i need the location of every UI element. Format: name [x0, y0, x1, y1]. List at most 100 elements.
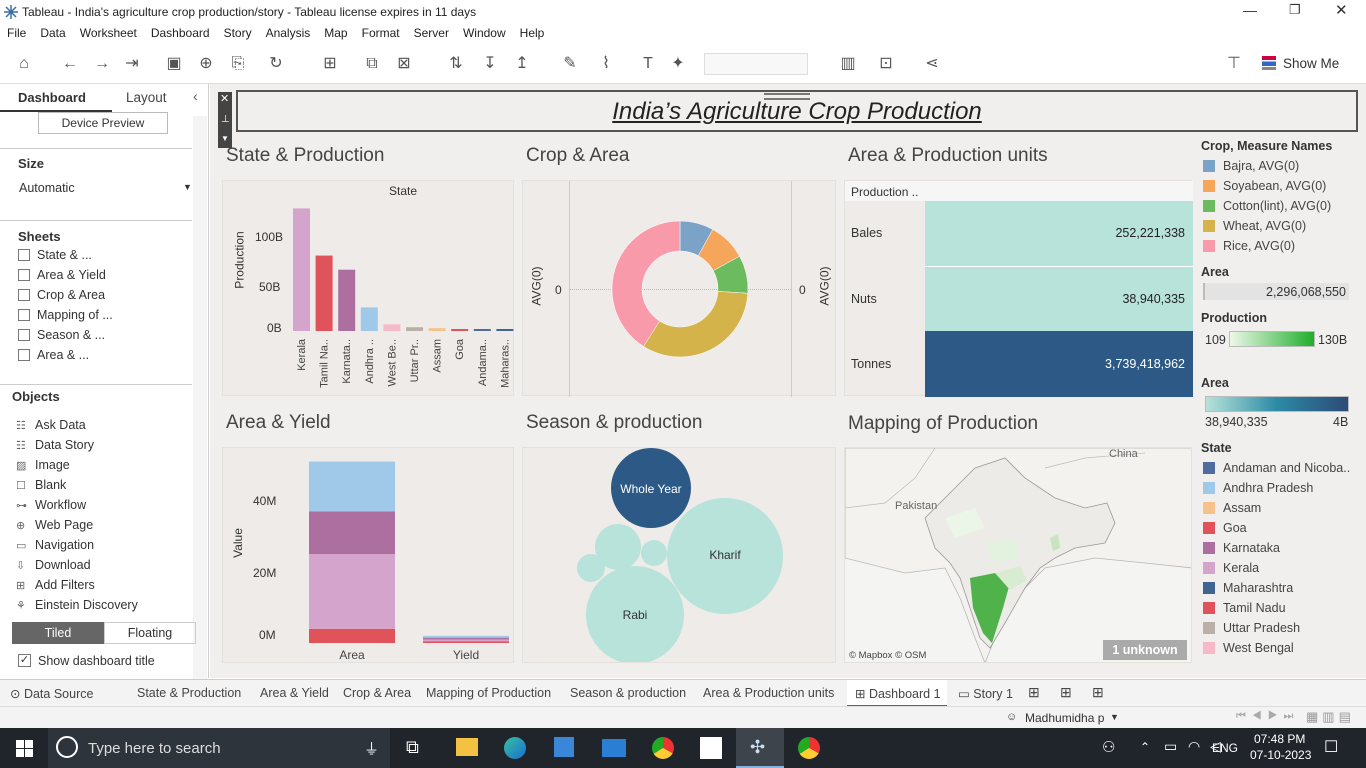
new-worksheet-icon[interactable]: ⊞: [320, 54, 340, 74]
bar[interactable]: [338, 269, 356, 331]
tab-area-yield[interactable]: Area & Yield: [260, 686, 329, 700]
fit-dropdown[interactable]: [704, 53, 808, 75]
edge-icon[interactable]: [504, 737, 526, 759]
bar[interactable]: [406, 327, 423, 331]
publish-icon[interactable]: ⊤: [1224, 54, 1244, 74]
legend-item[interactable]: Andaman and Nicoba..: [1203, 461, 1350, 475]
windows-start-icon[interactable]: [16, 740, 33, 757]
share-icon[interactable]: ⋖: [922, 54, 942, 74]
object-data-story[interactable]: ☷ Data Story: [16, 438, 94, 452]
bar-segment[interactable]: [309, 628, 395, 643]
object-blank[interactable]: ☐ Blank: [16, 478, 66, 492]
season-production-chart[interactable]: Whole Year Kharif Rabi: [522, 447, 836, 663]
unknown-indicator[interactable]: 1 unknown: [1103, 640, 1187, 660]
language-indicator[interactable]: ENG: [1212, 741, 1238, 755]
legend-item[interactable]: Andhra Pradesh: [1203, 481, 1313, 495]
tab-layout[interactable]: Layout: [126, 90, 167, 105]
bar[interactable]: [360, 307, 378, 331]
new-datasource-icon[interactable]: ⊕: [196, 54, 216, 74]
menu-file[interactable]: File: [0, 24, 33, 42]
show-title-checkbox[interactable]: ✓: [18, 654, 31, 667]
menu-data[interactable]: Data: [33, 24, 72, 42]
replay-icon[interactable]: ⇥: [122, 54, 142, 74]
tiled-button[interactable]: Tiled: [12, 622, 104, 644]
tab-crop-area[interactable]: Crop & Area: [343, 686, 411, 700]
bar[interactable]: [451, 329, 469, 331]
bar[interactable]: [473, 329, 491, 331]
clear-icon[interactable]: ⊠: [394, 54, 414, 74]
bar[interactable]: [293, 208, 310, 331]
production-color-ramp[interactable]: [1229, 331, 1315, 347]
battery-icon[interactable]: ▭: [1164, 738, 1177, 755]
area-production-units-table[interactable]: Production .. Bales Nuts Tonnes 252,221,…: [844, 180, 1193, 397]
menu-icon[interactable]: ▼: [221, 134, 229, 143]
floating-button[interactable]: Floating: [104, 622, 196, 644]
device-preview-button[interactable]: Device Preview: [38, 112, 168, 134]
show-me-button[interactable]: Show Me: [1283, 56, 1339, 71]
object-image[interactable]: ▨ Image: [16, 458, 70, 472]
legend-item[interactable]: Kerala: [1203, 561, 1259, 575]
tab-data-source[interactable]: ⊙ Data Source: [10, 686, 93, 701]
tab-area-production-units[interactable]: Area & Production units: [703, 686, 834, 700]
label-icon[interactable]: T: [638, 54, 658, 74]
tab-season-production[interactable]: Season & production: [570, 686, 686, 700]
menu-story[interactable]: Story: [217, 24, 259, 42]
sheet-item[interactable]: Area & ...: [18, 348, 89, 362]
legend-item[interactable]: Soyabean, AVG(0): [1203, 179, 1326, 193]
refresh-icon[interactable]: ↻: [266, 54, 286, 74]
task-view-icon[interactable]: ⧉: [406, 737, 419, 758]
wifi-icon[interactable]: ◠: [1188, 738, 1200, 755]
area-yield-chart[interactable]: Value 40M 20M 0M Area Yield: [222, 447, 514, 663]
state-production-chart[interactable]: State Production 100B 50B 0B Kerala Tamil…: [222, 180, 514, 396]
microphone-icon[interactable]: ⏚: [364, 738, 379, 759]
clock-date[interactable]: 07-10-2023: [1250, 748, 1311, 762]
legend-item[interactable]: Maharashtra: [1203, 581, 1293, 595]
tab-state-production[interactable]: State & Production: [137, 686, 241, 700]
menu-dashboard[interactable]: Dashboard: [144, 24, 217, 42]
bubble-small[interactable]: [577, 554, 605, 582]
chevron-down-icon[interactable]: ▼: [183, 182, 192, 192]
group-icon[interactable]: ⌇: [596, 54, 616, 74]
bar-segment[interactable]: [309, 511, 395, 555]
menu-worksheet[interactable]: Worksheet: [73, 24, 144, 42]
minimize-icon[interactable]: —: [1243, 2, 1257, 18]
people-icon[interactable]: ⚇: [1102, 738, 1115, 756]
bar[interactable]: [315, 255, 333, 331]
tray-chevron-icon[interactable]: ⌃: [1140, 740, 1150, 754]
sort-asc-icon[interactable]: ↧: [480, 54, 500, 74]
tab-dashboard[interactable]: Dashboard: [18, 90, 86, 105]
chrome-icon[interactable]: [798, 737, 820, 759]
mail-icon[interactable]: [602, 739, 626, 757]
notification-icon[interactable]: ☐: [1324, 737, 1338, 757]
legend-item[interactable]: Rice, AVG(0): [1203, 239, 1295, 253]
pause-icon[interactable]: ⎘: [228, 54, 248, 74]
bar-segment[interactable]: [309, 461, 395, 512]
sheet-item[interactable]: Area & Yield: [18, 268, 106, 282]
menu-analysis[interactable]: Analysis: [259, 24, 318, 42]
donut-slice[interactable]: [643, 291, 749, 358]
view-icons[interactable]: ▦▥▤: [1306, 709, 1355, 725]
pin-icon[interactable]: ⊥: [221, 114, 230, 125]
pin-icon[interactable]: ✦: [668, 54, 688, 74]
menu-format[interactable]: Format: [355, 24, 407, 42]
sheet-item[interactable]: Mapping of ...: [18, 308, 113, 322]
legend-item[interactable]: West Bengal: [1203, 641, 1294, 655]
new-story-tab-icon[interactable]: ⊞: [1092, 684, 1104, 701]
save-icon[interactable]: ▣: [164, 54, 184, 74]
home-icon[interactable]: ⌂: [14, 54, 34, 74]
bubble-small[interactable]: [641, 540, 667, 566]
sort-desc-icon[interactable]: ↥: [512, 54, 532, 74]
new-dashboard-tab-icon[interactable]: ⊞: [1060, 684, 1072, 701]
bar[interactable]: [383, 324, 401, 331]
sheet-item[interactable]: Season & ...: [18, 328, 105, 342]
user-menu-icon[interactable]: ▼: [1110, 712, 1119, 722]
new-worksheet-tab-icon[interactable]: ⊞: [1028, 684, 1040, 701]
bar[interactable]: [496, 329, 514, 331]
legend-item[interactable]: Wheat, AVG(0): [1203, 219, 1306, 233]
production-map[interactable]: China Pakistan © Mapbox © OSM 1 unknown: [844, 447, 1192, 663]
legend-item[interactable]: Uttar Pradesh: [1203, 621, 1300, 635]
close-icon[interactable]: ✕: [1335, 1, 1348, 19]
left-scrollbar[interactable]: [193, 116, 207, 682]
menu-map[interactable]: Map: [317, 24, 354, 42]
bar-segment[interactable]: [309, 554, 395, 629]
